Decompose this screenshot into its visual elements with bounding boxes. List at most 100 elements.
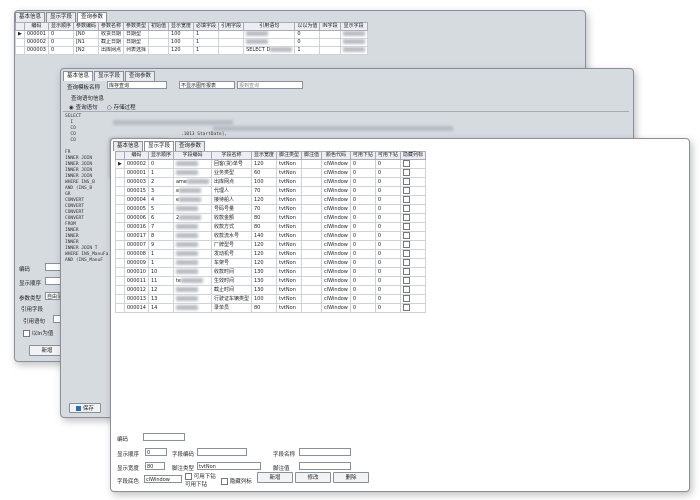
win3-cell[interactable]: 000009 — [123, 258, 149, 268]
win3-table-row[interactable]: 000017 8 收款流水号 140 tvtNon clWindow 0 0 — [115, 231, 426, 241]
win3-column-header[interactable]: 可用下钻 — [349, 151, 376, 160]
win3-tab-fields[interactable]: 显示字段 — [144, 141, 175, 151]
win3-cell[interactable]: 0 — [349, 195, 376, 205]
win3-cell[interactable]: 000012 — [123, 285, 149, 295]
win3-cell[interactable]: 70 — [250, 186, 278, 196]
win3-cell[interactable]: 100 — [250, 177, 278, 187]
win1-column-header[interactable]: 引用语句 — [243, 22, 296, 31]
win3-cell[interactable] — [172, 222, 212, 232]
win3-cell[interactable] — [399, 258, 426, 268]
win3-cell[interactable]: 0 — [374, 168, 401, 178]
win1-column-header[interactable]: 显示顺序 — [47, 22, 74, 31]
win3-cell[interactable]: 7 — [147, 222, 174, 232]
win3-cell[interactable]: tvtNon — [276, 294, 303, 304]
win1-cell[interactable]: 截止日期 — [97, 38, 125, 47]
win3-cell[interactable] — [399, 294, 426, 304]
win1-table-row[interactable]: 000002 0 [N1 截止日期 日期型 100 1 0 — [15, 38, 368, 47]
win3-cell[interactable]: clWindow — [321, 267, 351, 277]
win1-cell[interactable]: 列表选择 — [122, 46, 150, 55]
win3-cell[interactable] — [172, 231, 212, 241]
win3-column-header[interactable]: 颜色代码 — [321, 151, 351, 160]
win3-cell[interactable]: 12 — [147, 285, 174, 295]
win3-delete-button[interactable]: 删除 — [333, 472, 369, 483]
win3-cell[interactable]: 130 — [250, 276, 278, 286]
win3-cell[interactable]: 000007 — [123, 240, 149, 250]
win3-cell[interactable] — [301, 168, 323, 178]
win3-column-header[interactable]: 脚注类型 — [276, 151, 303, 160]
hide-column-checkbox[interactable] — [402, 268, 410, 275]
win3-cell[interactable]: 0 — [374, 231, 401, 241]
win1-column-header[interactable]: 显示字段 — [339, 22, 368, 31]
win1-cell[interactable]: 0 — [47, 38, 74, 47]
win3-cell[interactable]: tvtNon — [276, 195, 303, 205]
hide-column-checkbox[interactable] — [402, 169, 410, 176]
win3-cell[interactable]: 厂牌型号 — [210, 240, 253, 250]
win3-cell[interactable]: 000004 — [123, 195, 149, 205]
win1-column-header[interactable]: 显示宽度 — [168, 22, 195, 31]
win3-cell[interactable]: 2 — [147, 177, 174, 187]
win3-cell[interactable] — [301, 195, 323, 205]
win1-cell[interactable]: 1 — [294, 46, 321, 55]
win3-cell[interactable]: 000016 — [123, 222, 149, 232]
win3-cell[interactable]: 1 — [147, 249, 174, 259]
hide-column-checkbox[interactable] — [402, 214, 410, 221]
win3-cell[interactable]: clWindow — [321, 222, 351, 232]
win3-table-row[interactable]: 000013 13 行驶证车辆类型 100 tvtNon clWindow 0 0 — [115, 294, 426, 304]
win1-column-header[interactable]: 参数名称 — [97, 22, 125, 31]
win3-cell[interactable]: 0 — [349, 240, 376, 250]
win3-table-row[interactable]: 000001 1 业务类型 60 tvtNon clWindow 0 0 — [115, 168, 426, 178]
win1-cell[interactable]: 100 — [168, 30, 195, 39]
win3-column-header[interactable]: 字段编码 — [172, 151, 212, 160]
win3-cell[interactable]: tvtNon — [276, 249, 303, 259]
win3-cell[interactable] — [301, 159, 323, 169]
win3-table-row[interactable]: 000012 12 截止时间 130 tvtNon clWindow 0 0 — [115, 285, 426, 295]
win3-table-row[interactable]: 000005 5 号码号量 70 tvtNon clWindow 0 0 — [115, 204, 426, 214]
win3-cell[interactable]: tvtNon — [276, 168, 303, 178]
win1-cell[interactable] — [218, 30, 245, 39]
win3-table-row[interactable]: 000003 2 ame 出库网点 100 tvtNon clWindow 0 0 — [115, 177, 426, 187]
hide-column-checkbox[interactable] — [402, 187, 410, 194]
win2-tab-fields[interactable]: 显示字段 — [94, 71, 125, 81]
win3-cell[interactable]: clWindow — [321, 213, 351, 223]
win1-cell[interactable] — [339, 46, 368, 55]
hide-column-checkbox[interactable] — [402, 259, 410, 266]
win3-cell[interactable]: 000001 — [123, 168, 149, 178]
win3-column-header[interactable]: 字段名称 — [210, 151, 253, 160]
win3-cell[interactable]: clWindow — [321, 168, 351, 178]
win3-cell[interactable] — [399, 231, 426, 241]
win1-table-row[interactable]: ▶ 000001 0 [N0 收货日期 日期型 100 1 0 — [15, 30, 368, 39]
win3-column-header[interactable]: 隐藏列标 — [399, 151, 426, 160]
win3-cell[interactable]: e — [172, 186, 212, 196]
win3-cell[interactable]: 0 — [349, 159, 376, 169]
win3-cell[interactable]: 0 — [374, 258, 401, 268]
win1-cell[interactable]: 1 — [193, 30, 220, 39]
win1-cell[interactable]: 0 — [294, 38, 321, 47]
win3-cell[interactable] — [399, 168, 426, 178]
win3-cell[interactable]: 1 — [147, 168, 174, 178]
win3-cell[interactable]: 140 — [250, 231, 278, 241]
win3-cell[interactable]: clWindow — [321, 204, 351, 214]
win3-cell[interactable]: 0 — [374, 159, 401, 169]
win3-cell[interactable]: 录单员 — [210, 303, 253, 313]
win2-tab-basic[interactable]: 基本信息 — [63, 71, 94, 81]
win1-cell[interactable]: [N0 — [72, 30, 99, 39]
win1-cell[interactable] — [339, 38, 368, 47]
win3-table-row[interactable]: 000006 6 2 收款金额 80 tvtNon clWindow 0 0 — [115, 213, 426, 223]
win3-cell[interactable]: 0 — [374, 186, 401, 196]
win2-save-button[interactable]: 保存 — [69, 403, 101, 413]
win3-cell[interactable]: tvtNon — [276, 240, 303, 250]
win3-cell[interactable] — [172, 249, 212, 259]
win1-table-row[interactable]: 000003 0 [N2 出库网点 列表选择 120 1 SELECT D1 — [15, 46, 368, 55]
win3-cell[interactable]: 80 — [250, 303, 278, 313]
win3-cell[interactable]: 120 — [250, 159, 278, 169]
win3-cell[interactable]: 1 — [147, 258, 174, 268]
win3-table-row[interactable]: 000011 11 te 生效时间 130 tvtNon clWindow 0 0 — [115, 276, 426, 286]
win3-cell[interactable]: 车架号 — [210, 258, 253, 268]
win1-cell[interactable] — [339, 30, 368, 39]
win1-tab-fields[interactable]: 显示字段 — [46, 12, 77, 22]
win1-cell[interactable] — [218, 46, 245, 55]
win3-cell[interactable]: 0 — [374, 294, 401, 304]
win1-cell[interactable] — [319, 38, 341, 47]
win3-cell[interactable] — [301, 177, 323, 187]
win3-cell[interactable]: 000017 — [123, 231, 149, 241]
